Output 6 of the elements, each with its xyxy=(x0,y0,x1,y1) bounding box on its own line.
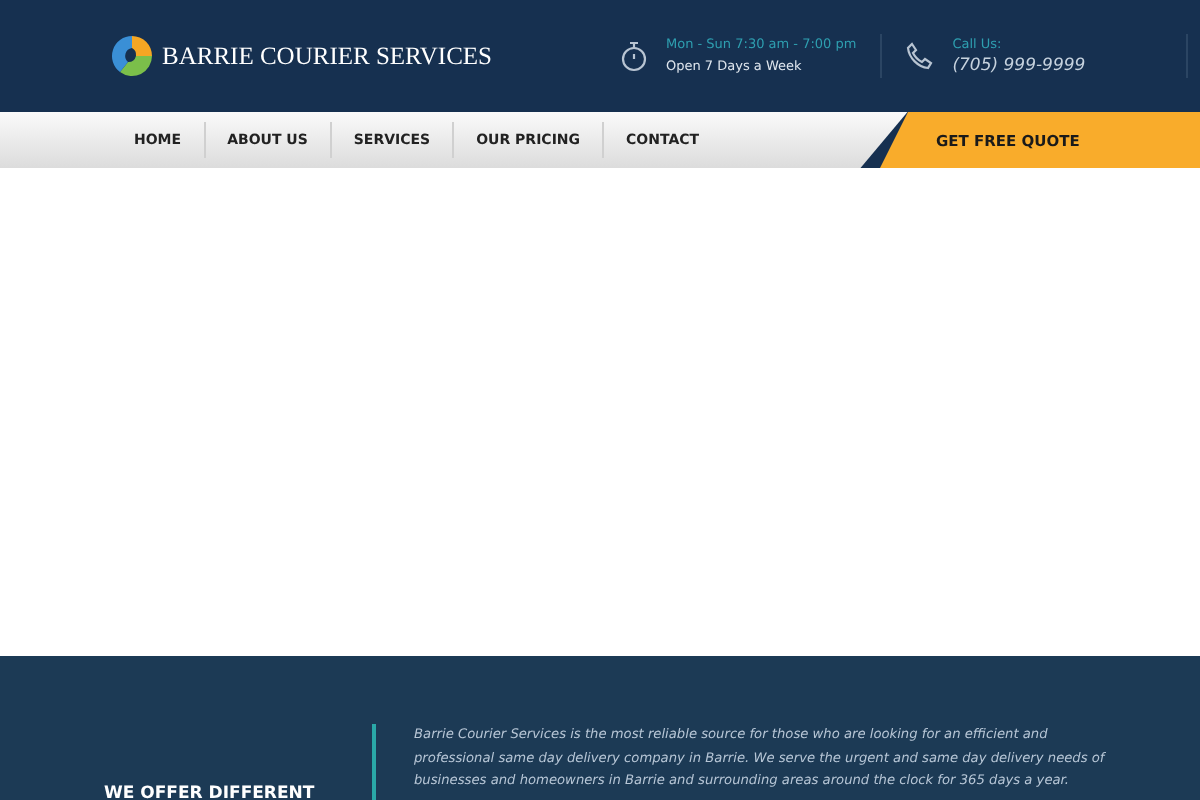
phone-number[interactable]: (705) 999-9999 xyxy=(952,56,1086,78)
logo-icon xyxy=(108,32,156,80)
logo-text[interactable]: BARRIE COURIER SERVICES xyxy=(162,41,492,71)
stopwatch-icon xyxy=(620,40,648,72)
section-heading: WE OFFER DIFFERENT xyxy=(104,784,317,800)
phone-icon xyxy=(906,42,935,70)
